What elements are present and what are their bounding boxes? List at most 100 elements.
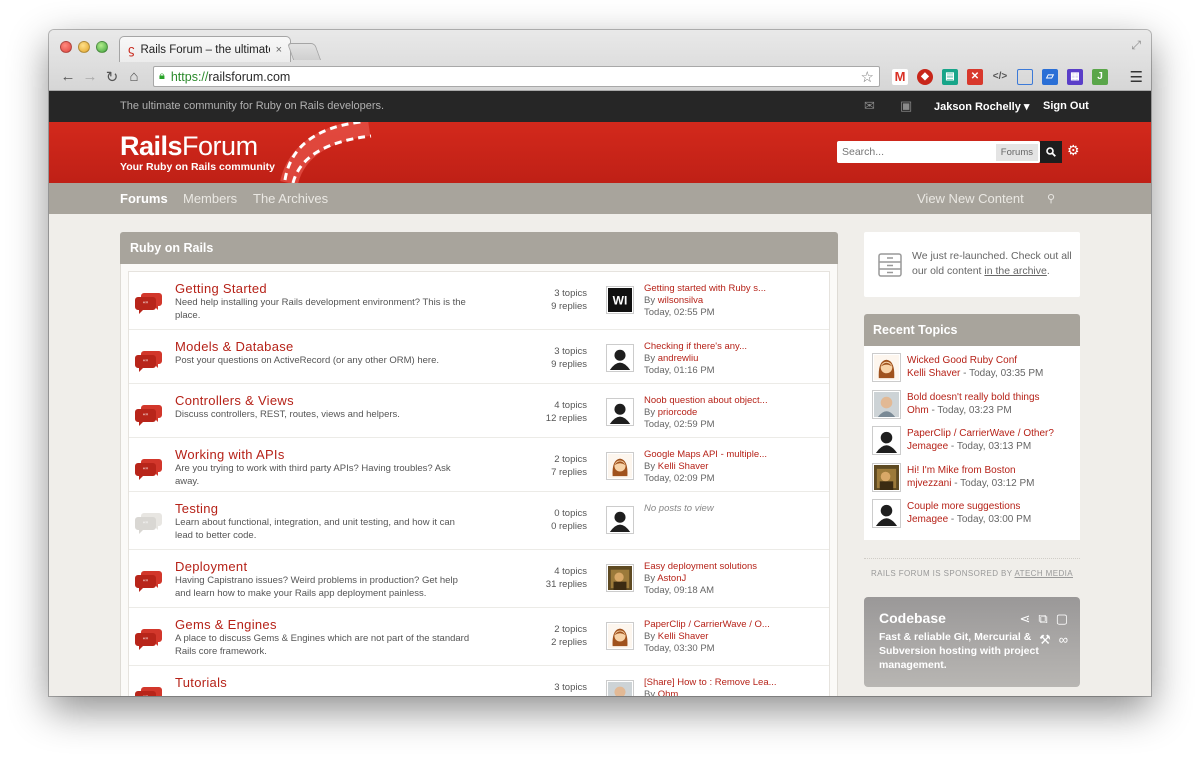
recent-topic-author[interactable]: Ohm [907, 405, 929, 416]
last-post-title[interactable]: Checking if there's any... [644, 341, 747, 353]
last-post-author[interactable]: Kelli Shaver [658, 461, 709, 472]
nav-members[interactable]: Members [183, 191, 237, 206]
last-post-title[interactable]: Easy deployment solutions [644, 561, 757, 573]
bookmark-star-icon[interactable]: ☆ [861, 68, 874, 86]
back-arrow-icon[interactable]: ← [57, 68, 79, 85]
search-scope[interactable]: Forums [995, 143, 1038, 161]
search-button[interactable] [1040, 141, 1062, 163]
avatar[interactable] [606, 622, 634, 650]
avatar[interactable] [872, 389, 901, 419]
last-post-title[interactable]: Google Maps API - multiple... [644, 449, 767, 461]
last-post-author[interactable]: Kelli Shaver [658, 631, 709, 642]
last-post-author[interactable]: AstonJ [657, 573, 686, 584]
screenshot-icon[interactable] [1017, 68, 1033, 85]
forum-title[interactable]: Testing [175, 501, 218, 516]
evernote-icon[interactable]: ▤ [942, 68, 958, 85]
sponsor-link[interactable]: ATECH MEDIA [1015, 569, 1073, 578]
forum-title[interactable]: Controllers & Views [175, 393, 294, 408]
topic-count: 2 topics [554, 454, 587, 465]
svg-text:“”: “” [143, 360, 148, 367]
code-icon[interactable]: </> [992, 69, 1008, 85]
recent-topic-title[interactable]: Hi! I'm Mike from Boston [907, 465, 1016, 476]
last-post-title[interactable]: [Share] How to : Remove Lea... [644, 677, 777, 689]
recent-topic-author[interactable]: mjvezzani [907, 478, 951, 489]
url-text[interactable]: https://railsforum.com [171, 70, 855, 84]
recent-topic-title[interactable]: Couple more suggestions [907, 501, 1020, 512]
avatar[interactable] [872, 462, 901, 492]
last-post-author[interactable]: priorcode [658, 407, 698, 418]
last-post: Getting started with Ruby s... By wilsons… [644, 283, 766, 320]
home-icon[interactable]: ⌂ [123, 68, 145, 85]
nav-view-new-content[interactable]: View New Content [917, 191, 1024, 206]
last-post-author[interactable]: wilsonsilva [658, 295, 703, 306]
avatar[interactable] [606, 680, 634, 696]
search-input[interactable] [837, 146, 996, 158]
gmail-icon[interactable]: M [892, 68, 908, 85]
forum-title[interactable]: Tutorials [175, 675, 227, 690]
hamburger-menu-icon[interactable]: ☰ [1130, 68, 1143, 86]
svg-text:“”: “” [143, 414, 148, 421]
puzzle-icon[interactable]: ▦ [1067, 68, 1083, 85]
forum-bubble-icon: “” [135, 459, 162, 480]
avatar[interactable] [606, 564, 634, 592]
zoom-window-button[interactable] [96, 41, 108, 53]
recent-topic-author[interactable]: Jemagee [907, 514, 948, 525]
forum-section: Ruby on Rails “” Getting Started Need help… [120, 232, 838, 696]
forum-stats: 4 topics 12 replies [546, 400, 587, 425]
nav-forums[interactable]: Forums [120, 191, 168, 206]
x-extension-icon[interactable]: ✕ [967, 68, 983, 85]
note-icon[interactable]: ▱ [1042, 68, 1058, 85]
svg-text:“”: “” [143, 696, 148, 697]
avatar[interactable] [872, 499, 901, 528]
user-menu[interactable]: Jakson Rochelly ▾ [934, 100, 1029, 113]
last-post-author[interactable]: andrewliu [658, 353, 699, 364]
recent-topic-author[interactable]: Kelli Shaver [907, 368, 960, 379]
forum-title[interactable]: Working with APIs [175, 447, 285, 462]
gear-icon[interactable]: ⚙ [1067, 142, 1080, 159]
recent-topic-title[interactable]: Bold doesn't really bold things [907, 392, 1040, 403]
fullscreen-icon[interactable]: ⤢ [1131, 38, 1141, 53]
reload-icon[interactable]: ↻ [101, 68, 123, 86]
recent-topic-title[interactable]: Wicked Good Ruby Conf [907, 355, 1017, 366]
location-pin-icon[interactable]: ⚲ [1047, 192, 1055, 205]
profile-card-icon[interactable]: ▣ [900, 98, 912, 114]
avatar[interactable] [872, 426, 901, 455]
avatar[interactable] [606, 398, 634, 426]
save-icon: ▢ [1055, 610, 1068, 626]
archive-link[interactable]: in the archive [984, 265, 1046, 277]
forward-arrow-icon[interactable]: → [79, 68, 101, 85]
browser-tab[interactable]: ϛ Rails Forum – the ultimate × [119, 36, 291, 62]
avatar[interactable] [606, 506, 634, 534]
forum-description: Learn about functional, integration, and… [175, 517, 455, 541]
recent-topic-title[interactable]: PaperClip / CarrierWave / Other? [907, 428, 1054, 439]
close-window-button[interactable] [60, 41, 72, 53]
avatar[interactable] [606, 452, 634, 480]
forum-title[interactable]: Getting Started [175, 281, 267, 296]
sidebar: We just re-launched. Check out all our o… [864, 232, 1080, 687]
avatar[interactable] [606, 344, 634, 372]
forum-bubble-icon: “” [135, 405, 162, 426]
last-post-title[interactable]: Getting started with Ruby s... [644, 283, 766, 295]
forum-title[interactable]: Deployment [175, 559, 247, 574]
sofa-icon[interactable]: ◆ [917, 68, 933, 85]
tab-close-icon[interactable]: × [276, 44, 282, 56]
minimize-window-button[interactable] [78, 41, 90, 53]
codebase-ad[interactable]: Codebase Fast & reliable Git, Mercurial … [864, 596, 1080, 687]
inbox-icon[interactable]: ✉ [864, 98, 875, 114]
last-post-title[interactable]: Noob question about object... [644, 395, 768, 407]
forum-title[interactable]: Gems & Engines [175, 617, 277, 632]
sign-out-link[interactable]: Sign Out [1043, 100, 1089, 112]
nav-archives[interactable]: The Archives [253, 191, 328, 206]
avatar[interactable]: WI [606, 286, 634, 314]
forum-bubble-icon: “” [135, 571, 162, 592]
forum-title[interactable]: Models & Database [175, 339, 294, 354]
last-post-title[interactable]: PaperClip / CarrierWave / O... [644, 619, 770, 631]
site-logo[interactable]: RailsForum Your Ruby on Rails community [120, 132, 275, 173]
recent-topic-author[interactable]: Jemagee [907, 441, 948, 452]
address-bar[interactable]: 🔒︎ https://railsforum.com ☆ [153, 66, 880, 87]
search-field[interactable]: Forums [837, 141, 1040, 163]
avatar[interactable] [872, 353, 901, 382]
last-post-author[interactable]: Ohm [658, 689, 679, 696]
new-tab-button[interactable] [286, 43, 322, 60]
clip-icon[interactable]: J [1092, 68, 1108, 85]
